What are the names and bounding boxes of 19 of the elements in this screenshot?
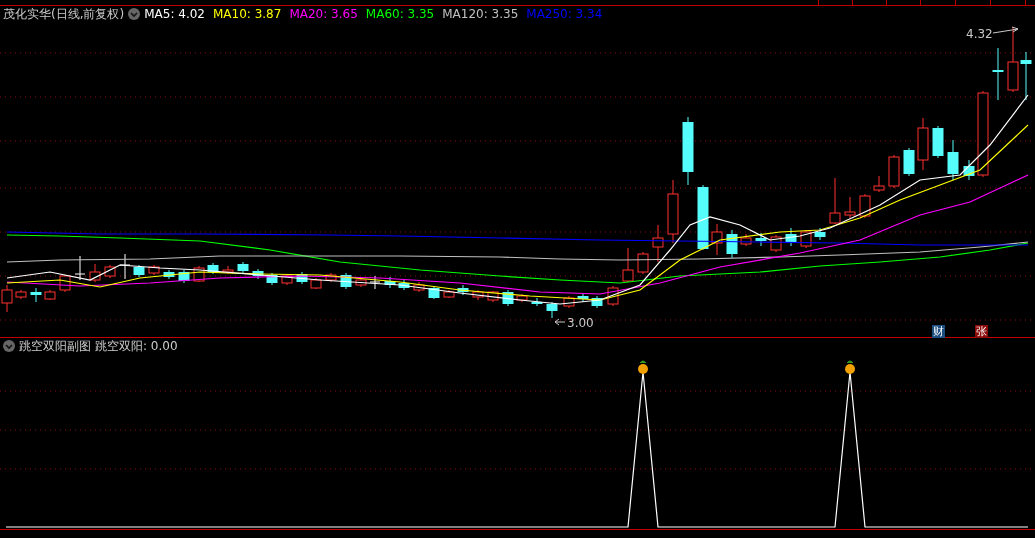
low-price-label: 3.00 [567, 316, 594, 330]
fruit-icon [638, 360, 648, 374]
marker-tag: 财 [932, 325, 945, 338]
indicator-value: MA60: 3.35 [365, 6, 435, 22]
dropdown-icon[interactable] [128, 8, 141, 20]
leader-line [554, 318, 566, 326]
leader-line [992, 26, 1019, 34]
fruit-icon [845, 360, 855, 374]
dropdown-icon[interactable] [3, 340, 15, 352]
marker-tag: 张 [975, 325, 988, 338]
indicator-value: MA120: 3.35 [442, 6, 519, 22]
stock-title: 茂化实华(日线,前复权) [3, 6, 125, 22]
high-price-label: 4.32 [966, 27, 993, 41]
indicator-value: MA250: 3.34 [526, 6, 603, 22]
indicator-value: MA20: 3.65 [289, 6, 358, 22]
chart-title: 跳空双阳副图 [19, 338, 91, 354]
indicator-value: MA10: 3.87 [212, 6, 282, 22]
indicator-value: 跳空双阳: 0.00 [95, 338, 178, 354]
indicator-value: MA5: 4.02 [144, 6, 205, 22]
